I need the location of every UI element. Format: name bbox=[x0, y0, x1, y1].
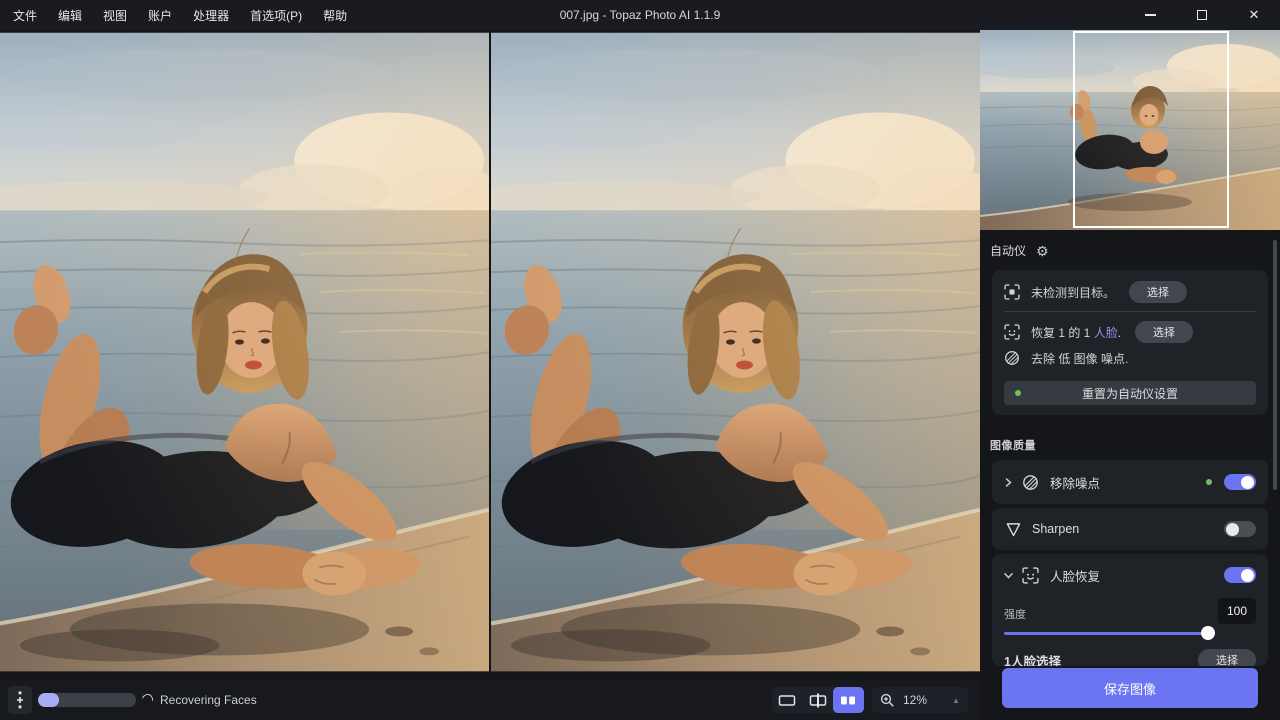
face-recovery-card: 人脸恢复 强度 100 1人脸选择 选择 bbox=[992, 554, 1268, 666]
app-window: 文件 编辑 视图 账户 处理器 首选项(P) 帮助 007.jpg - Topa… bbox=[0, 0, 1280, 720]
comparison-views bbox=[0, 32, 980, 672]
face-select-button[interactable]: 选择 bbox=[1135, 321, 1193, 343]
autopilot-face-row: 恢复 1 的 1 人脸. 选择 bbox=[1004, 319, 1256, 345]
face-detect-icon bbox=[1004, 324, 1020, 340]
autopilot-subject-row: 未检测到目标。 选择 bbox=[1004, 279, 1256, 305]
kebab-icon bbox=[14, 690, 26, 710]
image-view-before[interactable] bbox=[0, 32, 489, 672]
settings-panel: 自动仪 ⚙ 未检测到目标。 选择 恢复 1 的 1 人脸. 选择 bbox=[980, 30, 1280, 720]
close-button[interactable]: ✕ bbox=[1228, 0, 1280, 30]
minimize-icon bbox=[1145, 14, 1156, 16]
queue-menu-button[interactable] bbox=[8, 686, 32, 714]
autopilot-header: 自动仪 ⚙ bbox=[990, 242, 1049, 259]
side-by-side-view-icon bbox=[839, 694, 857, 707]
navigator-thumbnail[interactable] bbox=[980, 30, 1280, 230]
split-view-button[interactable] bbox=[803, 687, 834, 713]
face-recovery-header[interactable]: 人脸恢复 bbox=[992, 554, 1268, 596]
menu-item-account[interactable]: 账户 bbox=[145, 5, 175, 26]
menu-item-edit[interactable]: 编辑 bbox=[55, 5, 85, 26]
chevron-down-icon[interactable] bbox=[1004, 571, 1013, 580]
subject-target-icon bbox=[1004, 284, 1020, 300]
strength-label: 强度 bbox=[1004, 606, 1026, 624]
subject-select-button[interactable]: 选择 bbox=[1129, 281, 1187, 303]
progress-bar bbox=[38, 693, 136, 707]
menu-item-preferences[interactable]: 首选项(P) bbox=[247, 5, 305, 26]
canvas-pane: Recovering Faces bbox=[0, 30, 980, 720]
green-status-dot bbox=[1015, 390, 1021, 396]
statusbar: Recovering Faces bbox=[0, 680, 980, 720]
gear-icon[interactable]: ⚙ bbox=[1036, 244, 1049, 258]
single-view-icon bbox=[778, 694, 796, 707]
window-controls: ✕ bbox=[1124, 0, 1280, 30]
progress-bar-fill bbox=[38, 693, 59, 707]
menu-item-file[interactable]: 文件 bbox=[10, 5, 40, 26]
image-quality-title: 图像质量 bbox=[990, 437, 1036, 453]
reset-autopilot-button[interactable]: 重置为自动仪设置 bbox=[1004, 381, 1256, 405]
face-count-link[interactable]: 人脸 bbox=[1094, 326, 1118, 340]
chevron-right-icon[interactable] bbox=[1004, 478, 1013, 487]
menubar: 文件 编辑 视图 账户 处理器 首选项(P) 帮助 bbox=[0, 5, 350, 26]
menu-item-view[interactable]: 视图 bbox=[100, 5, 130, 26]
face-recovery-toggle[interactable] bbox=[1224, 567, 1256, 583]
slider-knob[interactable] bbox=[1201, 626, 1215, 640]
sharpen-toggle[interactable] bbox=[1224, 521, 1256, 537]
strength-value-input[interactable]: 100 bbox=[1218, 598, 1256, 624]
subject-status-text: 未检测到目标。 bbox=[1031, 284, 1115, 301]
divider bbox=[1004, 311, 1256, 312]
panel-scrollbar-thumb[interactable] bbox=[1273, 240, 1277, 490]
save-image-button[interactable]: 保存图像 bbox=[1002, 668, 1258, 708]
face-recovery-body: 强度 100 1人脸选择 选择 bbox=[992, 596, 1268, 666]
side-by-side-view-button[interactable] bbox=[833, 687, 864, 713]
faces-selected-text: 1人脸选择 bbox=[1004, 651, 1061, 667]
green-status-dot bbox=[1206, 479, 1212, 485]
sharpen-row[interactable]: Sharpen bbox=[992, 508, 1268, 550]
face-recovery-label: 人脸恢复 bbox=[1050, 566, 1100, 585]
slider-fill bbox=[1004, 632, 1208, 635]
zoom-control[interactable]: 12% ▲ bbox=[872, 687, 968, 713]
remove-noise-toggle[interactable] bbox=[1224, 474, 1256, 490]
noise-status-text: 去除 低 图像 噪点. bbox=[1031, 350, 1128, 367]
maximize-icon bbox=[1197, 10, 1207, 20]
face-status-text: 恢复 1 的 1 人脸. bbox=[1031, 324, 1121, 341]
view-mode-group bbox=[772, 687, 864, 713]
sharpen-label: Sharpen bbox=[1032, 522, 1079, 536]
menu-item-help[interactable]: 帮助 bbox=[320, 5, 350, 26]
strength-slider[interactable] bbox=[1004, 626, 1208, 640]
zoom-dropdown-icon[interactable]: ▲ bbox=[952, 696, 960, 705]
noise-icon bbox=[1022, 474, 1039, 491]
autopilot-title: 自动仪 bbox=[990, 242, 1026, 259]
single-view-button[interactable] bbox=[772, 687, 803, 713]
close-icon: ✕ bbox=[1249, 7, 1260, 23]
menu-item-processor[interactable]: 处理器 bbox=[190, 5, 232, 26]
zoom-level: 12% bbox=[903, 693, 927, 707]
remove-noise-row[interactable]: 移除噪点 bbox=[992, 460, 1268, 504]
image-view-after[interactable] bbox=[491, 32, 980, 672]
noise-icon bbox=[1004, 350, 1020, 366]
faces-selected-row: 1人脸选择 选择 bbox=[1004, 649, 1256, 666]
faces-select-button[interactable]: 选择 bbox=[1198, 649, 1256, 666]
remove-noise-label: 移除噪点 bbox=[1050, 473, 1100, 492]
spinner-icon bbox=[140, 692, 155, 707]
autopilot-noise-row: 去除 低 图像 噪点. bbox=[1004, 345, 1256, 371]
split-view-icon bbox=[809, 693, 827, 708]
zoom-in-icon bbox=[880, 693, 895, 708]
face-recovery-icon bbox=[1022, 567, 1039, 584]
maximize-button[interactable] bbox=[1176, 0, 1228, 30]
autopilot-card: 未检测到目标。 选择 恢复 1 的 1 人脸. 选择 去除 低 图像 噪点. bbox=[992, 270, 1268, 415]
status-text: Recovering Faces bbox=[160, 693, 257, 707]
navigator-viewport[interactable] bbox=[1073, 31, 1229, 228]
titlebar: 文件 编辑 视图 账户 处理器 首选项(P) 帮助 007.jpg - Topa… bbox=[0, 0, 1280, 30]
minimize-button[interactable] bbox=[1124, 0, 1176, 30]
sharpen-icon bbox=[1006, 522, 1021, 537]
